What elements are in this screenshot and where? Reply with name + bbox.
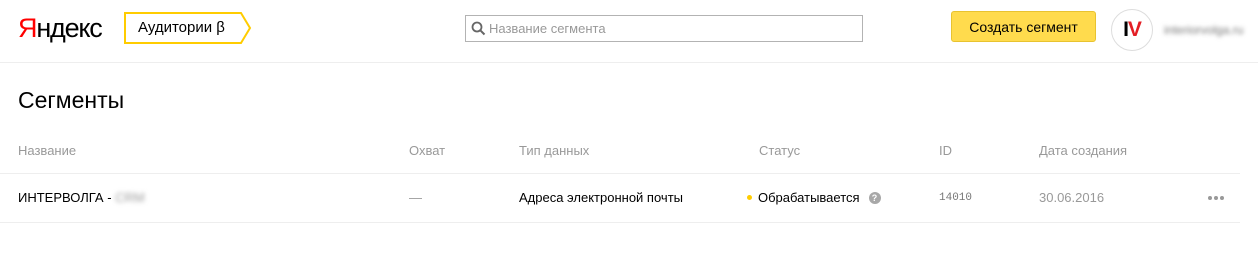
status-label: Обрабатывается (758, 190, 860, 205)
avatar-letter-v: V (1127, 18, 1142, 41)
table-header-divider (0, 173, 1240, 174)
column-header-status[interactable]: Статус (759, 143, 800, 158)
segment-name[interactable]: ИНТЕРВОЛГА - CRM (18, 190, 145, 205)
avatar[interactable]: IV (1111, 9, 1153, 51)
search-box (465, 15, 863, 42)
status-dot-icon (747, 195, 752, 201)
segment-name-hidden: CRM (115, 190, 145, 205)
more-icon[interactable] (1208, 196, 1226, 200)
segment-id: 14010 (939, 192, 973, 204)
column-header-id[interactable]: ID (939, 143, 952, 158)
segment-name-prefix: ИНТЕРВОЛГА - (18, 190, 116, 205)
user-login[interactable]: interiorvolga.ru (1164, 23, 1243, 37)
page-title: Сегменты (18, 87, 125, 113)
table-row-divider (0, 222, 1240, 223)
create-segment-button[interactable]: Создать сегмент (951, 11, 1096, 42)
column-header-created[interactable]: Дата создания (1039, 143, 1127, 158)
search-icon (471, 21, 486, 36)
logo-first-letter: Я (18, 13, 38, 43)
header: Яндекс Аудитории β Создать сегмент IV in… (0, 0, 1258, 63)
logo-rest: ндекс (36, 13, 103, 43)
column-header-reach[interactable]: Охват (409, 143, 445, 158)
search-input[interactable] (489, 16, 854, 41)
segment-reach: — (409, 190, 422, 205)
column-header-name[interactable]: Название (18, 143, 76, 158)
segment-created-date: 30.06.2016 (1039, 190, 1105, 205)
help-icon[interactable]: ? (868, 191, 881, 204)
service-tag-label: Аудитории β (138, 19, 225, 36)
yandex-logo[interactable]: Яндекс (18, 12, 103, 44)
segment-data-type: Адреса электронной почты (519, 190, 683, 205)
column-header-data-type[interactable]: Тип данных (519, 143, 589, 158)
segment-status: Обрабатывается? (747, 190, 881, 205)
